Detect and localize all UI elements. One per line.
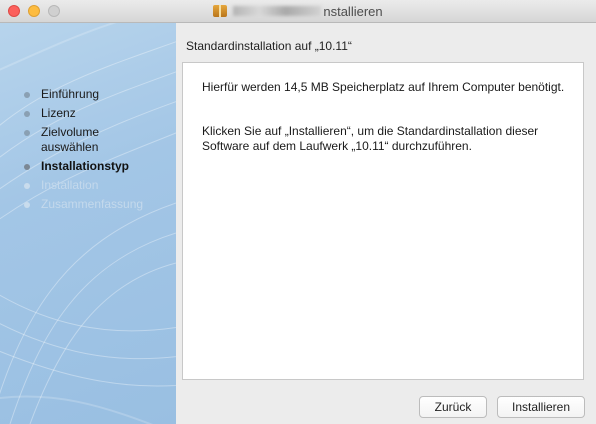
space-required-text: Hierfür werden 14,5 MB Speicherplatz auf… <box>202 80 565 94</box>
step-bullet-icon <box>24 111 30 117</box>
step-lizenz: Lizenz <box>0 106 176 121</box>
step-einfuehrung: Einführung <box>0 87 176 102</box>
sidebar-background-swirl <box>0 23 176 424</box>
step-installation: Installation <box>0 178 176 193</box>
step-installationstyp: Installationstyp <box>0 159 176 174</box>
sidebar: Einführung Lizenz Zielvolume auswählen I… <box>0 23 176 424</box>
content-panel: Hierfür werden 14,5 MB Speicherplatz auf… <box>182 62 584 380</box>
title-bar: nstallieren <box>0 0 596 23</box>
install-button[interactable]: Installieren <box>497 396 585 418</box>
back-button[interactable]: Zurück <box>419 396 487 418</box>
package-icon <box>213 5 228 17</box>
window-title-text: nstallieren <box>323 3 383 19</box>
redacted-title-part <box>233 6 322 16</box>
installer-steps: Einführung Lizenz Zielvolume auswählen I… <box>0 87 176 216</box>
step-bullet-icon <box>24 183 30 189</box>
step-bullet-icon <box>24 164 30 170</box>
step-bullet-icon <box>24 202 30 208</box>
page-heading: Standardinstallation auf „10.11“ <box>186 39 352 53</box>
install-instruction-text: Klicken Sie auf „Installieren“, um die S… <box>202 124 539 153</box>
step-bullet-icon <box>24 130 30 136</box>
step-zielvolume: Zielvolume auswählen <box>0 125 111 155</box>
installer-window: nstallieren Einführung Lizenz Zielvolume… <box>0 0 596 424</box>
step-bullet-icon <box>24 92 30 98</box>
window-title: nstallieren <box>0 0 596 22</box>
step-zusammenfassung: Zusammenfassung <box>0 197 176 212</box>
